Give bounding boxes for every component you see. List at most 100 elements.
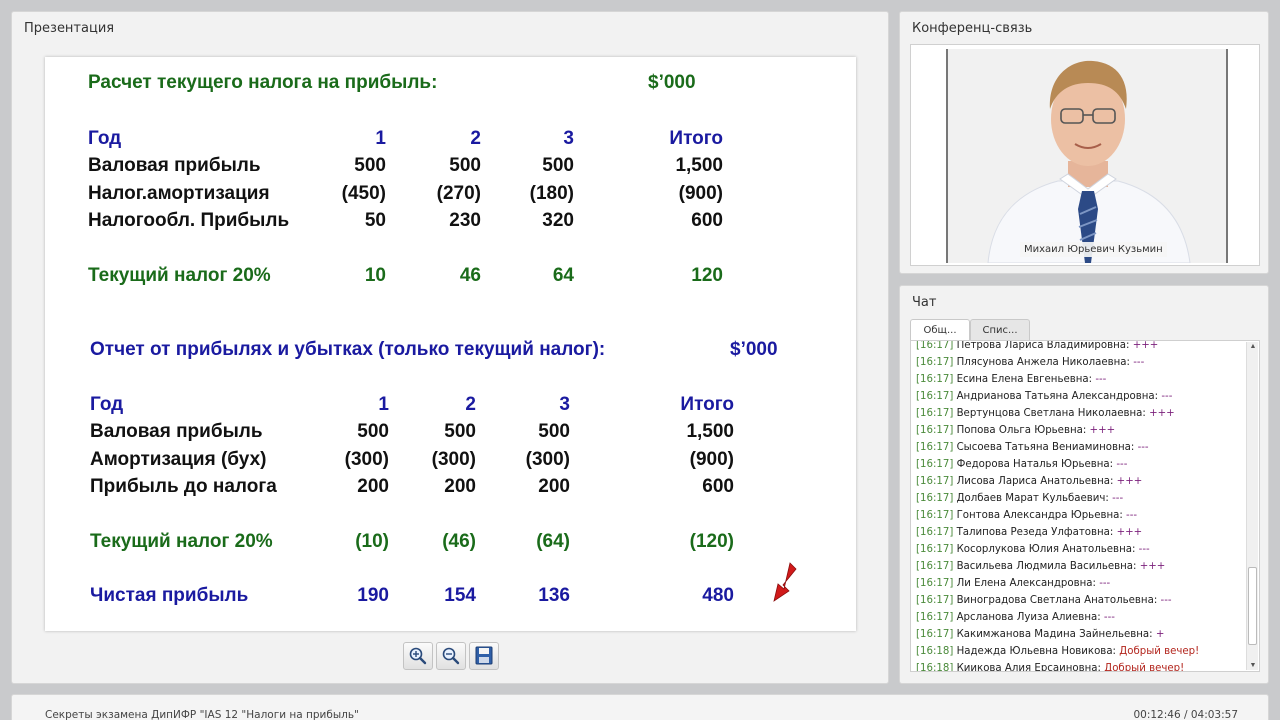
chat-message: [16:18] Надежда Юльевна Новикова: Добрый… bbox=[916, 646, 1200, 657]
chat-message-list: [16:17] Петрова Лариса Владимировна: +++… bbox=[916, 340, 1241, 672]
row-col1: 200 bbox=[357, 476, 389, 497]
presenter-video[interactable]: Михаил Юрьевич Кузьмин bbox=[946, 49, 1228, 263]
section2-title-row: Отчет от прибылях и убытках (только теку… bbox=[45, 339, 856, 363]
chat-message: [16:17] Талипова Резеда Улфатовна: +++ bbox=[916, 527, 1143, 538]
section2-row: Валовая прибыль 500 500 500 1,500 bbox=[45, 421, 856, 445]
section2-tax-row: Текущий налог 20% (10) (46) (64) (120) bbox=[45, 531, 856, 555]
row-col1: 190 bbox=[357, 585, 389, 606]
slide: Расчет текущего налога на прибыль: $’000… bbox=[45, 57, 856, 631]
chat-message: [16:17] Попова Ольга Юрьевна: +++ bbox=[916, 425, 1116, 436]
header-col1: 1 bbox=[375, 128, 386, 149]
row-col2: 500 bbox=[449, 155, 481, 176]
scroll-up-icon[interactable]: ▲ bbox=[1249, 343, 1257, 350]
section1-unit: $’000 bbox=[648, 72, 696, 93]
section1-tax-row: Текущий налог 20% 10 46 64 120 bbox=[45, 265, 856, 289]
section2-title: Отчет от прибылях и убытках (только теку… bbox=[90, 339, 606, 360]
section1-row: Валовая прибыль 500 500 500 1,500 bbox=[45, 155, 856, 179]
zoom-out-button[interactable] bbox=[436, 642, 466, 670]
row-label: Текущий налог 20% bbox=[88, 265, 271, 286]
row-col3: (300) bbox=[525, 449, 570, 470]
row-col2: (270) bbox=[436, 183, 481, 204]
row-label: Валовая прибыль bbox=[88, 155, 261, 176]
chat-messages[interactable]: [16:17] Петрова Лариса Владимировна: +++… bbox=[910, 340, 1260, 672]
header-total: Итого bbox=[669, 128, 723, 149]
row-total: 120 bbox=[691, 265, 723, 286]
playback-time: 00:12:46 / 04:03:57 bbox=[1133, 709, 1238, 720]
row-label: Налогообл. Прибыль bbox=[88, 210, 290, 231]
presentation-panel: Презентация Расчет текущего налога на пр… bbox=[11, 11, 889, 684]
row-total: (900) bbox=[678, 183, 723, 204]
section2-unit: $’000 bbox=[730, 339, 778, 360]
chat-message: [16:17] Плясунова Анжела Николаевна: --- bbox=[916, 357, 1145, 368]
header-col1: 1 bbox=[378, 394, 389, 415]
chat-message: [16:17] Сысоева Татьяна Вениаминовна: --… bbox=[916, 442, 1149, 453]
row-col3: 136 bbox=[538, 585, 570, 606]
row-total: 1,500 bbox=[675, 155, 723, 176]
pointer-arrow-icon bbox=[773, 562, 797, 602]
chat-message: [16:18] Киикова Алия Ерсаиновна: Добрый … bbox=[916, 663, 1185, 672]
row-col1: 50 bbox=[364, 210, 386, 231]
row-label: Валовая прибыль bbox=[90, 421, 263, 442]
row-label: Чистая прибыль bbox=[90, 585, 249, 606]
chat-message: [16:17] Виноградова Светлана Анатольевна… bbox=[916, 595, 1172, 606]
row-total: 1,500 bbox=[686, 421, 734, 442]
chat-message: [16:17] Васильева Людмила Васильевна: ++… bbox=[916, 561, 1166, 572]
chat-scrollbar[interactable]: ▲ ▼ bbox=[1246, 342, 1258, 670]
scrollbar-thumb[interactable] bbox=[1248, 567, 1257, 645]
section2-row: Амортизация (бух) (300) (300) (300) (900… bbox=[45, 449, 856, 473]
player-footer: Секреты экзамена ДипИФР "IAS 12 "Налоги … bbox=[11, 694, 1269, 720]
chat-message: [16:17] Гонтова Александра Юрьевна: --- bbox=[916, 510, 1138, 521]
header-label: Год bbox=[88, 128, 122, 149]
chat-message: [16:17] Петрова Лариса Владимировна: +++ bbox=[916, 340, 1159, 351]
chat-message: [16:17] Долбаев Марат Кульбаевич: --- bbox=[916, 493, 1124, 504]
chat-message: [16:17] Вертунцова Светлана Николаевна: … bbox=[916, 408, 1175, 419]
row-col2: 154 bbox=[444, 585, 476, 606]
row-col3: 500 bbox=[538, 421, 570, 442]
row-col3: 500 bbox=[542, 155, 574, 176]
header-total: Итого bbox=[680, 394, 734, 415]
row-total: 600 bbox=[702, 476, 734, 497]
chat-message: [16:17] Ли Елена Александровна: --- bbox=[916, 578, 1111, 589]
row-label: Налог.амортизация bbox=[88, 183, 270, 204]
row-col2: 200 bbox=[444, 476, 476, 497]
section1-title: Расчет текущего налога на прибыль: bbox=[88, 72, 438, 93]
chat-message: [16:17] Лисова Лариса Анатольевна: +++ bbox=[916, 476, 1143, 487]
chat-title: Чат bbox=[912, 295, 937, 310]
tab-general[interactable]: Общ... bbox=[910, 319, 970, 341]
row-col1: (300) bbox=[344, 449, 389, 470]
header-col3: 3 bbox=[559, 394, 570, 415]
row-col1: 10 bbox=[364, 265, 386, 286]
row-total: (900) bbox=[689, 449, 734, 470]
section1-header-row: Год 1 2 3 Итого bbox=[45, 128, 856, 152]
row-col3: (180) bbox=[529, 183, 574, 204]
row-col1: (10) bbox=[355, 531, 389, 552]
chat-message: [16:17] Есина Елена Евгеньевна: --- bbox=[916, 374, 1107, 385]
row-col2: (300) bbox=[431, 449, 476, 470]
header-col3: 3 bbox=[563, 128, 574, 149]
section1-row: Налогообл. Прибыль 50 230 320 600 bbox=[45, 210, 856, 234]
section2-row: Прибыль до налога 200 200 200 600 bbox=[45, 476, 856, 500]
row-col3: 320 bbox=[542, 210, 574, 231]
save-button[interactable] bbox=[469, 642, 499, 670]
conference-panel: Конференц-связь Михаил Юрьевич Кузьмин bbox=[899, 11, 1269, 274]
section1-row: Налог.амортизация (450) (270) (180) (900… bbox=[45, 183, 856, 207]
zoom-out-icon bbox=[442, 647, 460, 665]
section2-net-row: Чистая прибыль 190 154 136 480 bbox=[45, 585, 856, 609]
zoom-in-button[interactable] bbox=[403, 642, 433, 670]
save-icon bbox=[475, 646, 493, 665]
row-col1: 500 bbox=[357, 421, 389, 442]
chat-message: [16:17] Какимжанова Мадина Зайнельевна: … bbox=[916, 629, 1165, 640]
tab-participants[interactable]: Спис... bbox=[970, 319, 1030, 341]
row-label: Текущий налог 20% bbox=[90, 531, 273, 552]
row-total: 600 bbox=[691, 210, 723, 231]
scroll-down-icon[interactable]: ▼ bbox=[1249, 662, 1257, 669]
row-col2: 230 bbox=[449, 210, 481, 231]
presenter-avatar bbox=[948, 49, 1226, 263]
row-col3: 200 bbox=[538, 476, 570, 497]
row-col3: 64 bbox=[552, 265, 574, 286]
presenter-name: Михаил Юрьевич Кузьмин bbox=[1020, 242, 1167, 257]
session-title: Секреты экзамена ДипИФР "IAS 12 "Налоги … bbox=[45, 709, 359, 720]
row-col3: (64) bbox=[536, 531, 570, 552]
header-col2: 2 bbox=[465, 394, 476, 415]
row-col2: 46 bbox=[459, 265, 481, 286]
